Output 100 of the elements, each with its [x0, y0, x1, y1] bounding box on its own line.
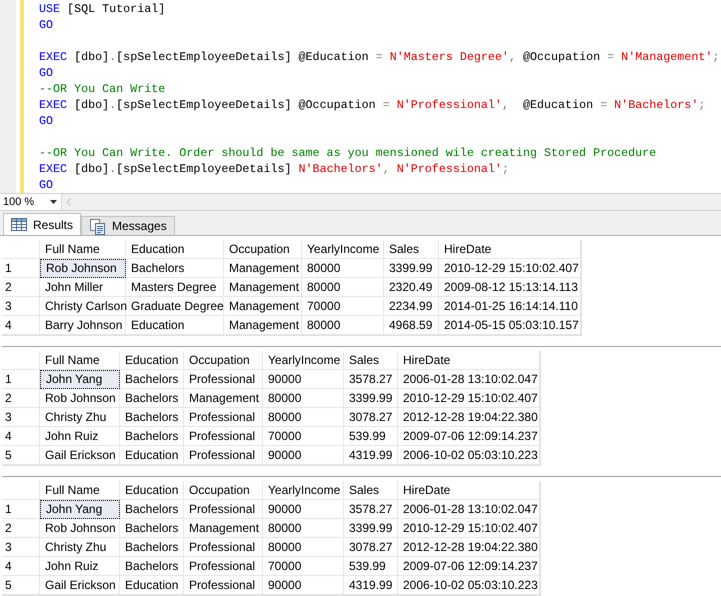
table-cell: 80000 [263, 538, 344, 557]
table-cell: 2010-12-29 15:10:02.407 [439, 259, 581, 278]
table-cell: 80000 [302, 316, 384, 335]
tab[interactable]: Results [3, 213, 82, 235]
table-cell: Masters Degree [126, 278, 224, 297]
table-cell: John Yang [40, 500, 120, 519]
column-header: Occupation [224, 240, 302, 259]
code-line: GO [39, 17, 54, 33]
code-line: --OR You Can Write. Order should be same as you mensioned wile creating Stored Procedure [39, 145, 656, 161]
column-header: Sales [344, 351, 398, 370]
row-number: 2 [2, 519, 40, 538]
column-header: Occupation [184, 351, 263, 370]
table-cell: 2014-01-25 16:14:14.110 [439, 297, 581, 316]
table-cell: 2012-12-28 19:04:22.380 [398, 538, 540, 557]
table-cell: 3399.99 [344, 389, 398, 408]
table-cell: Professional [184, 446, 263, 465]
column-header: YearlyIncome [263, 481, 344, 500]
table-cell: 4319.99 [344, 446, 398, 465]
column-header: Sales [344, 481, 398, 500]
table-cell: Management [184, 519, 263, 538]
table-cell: Gail Erickson [40, 576, 120, 595]
row-number: 3 [2, 408, 40, 427]
column-header: HireDate [398, 351, 540, 370]
table-cell: Education [120, 446, 184, 465]
table-cell: Bachelors [120, 557, 184, 576]
table-cell: 2012-12-28 19:04:22.380 [398, 408, 540, 427]
zoom-dropdown[interactable]: 100 % [0, 194, 62, 210]
code-line: EXEC [dbo].[spSelectEmployeeDetails] @Occupation = N'Professional', @Education = N'Bachelors'; [39, 97, 706, 113]
table-cell: John Ruiz [40, 557, 120, 576]
table-cell: 2009-07-06 12:09:14.237 [398, 557, 540, 576]
table-cell: Management [224, 278, 302, 297]
table-cell: Management [224, 316, 302, 335]
table-cell: Christy Carlson [40, 297, 126, 316]
table-cell: 2006-10-02 05:03:10.223 [398, 446, 540, 465]
row-number: 3 [2, 538, 40, 557]
table-cell: Education [120, 576, 184, 595]
table-cell: Christy Zhu [40, 408, 120, 427]
column-header: YearlyIncome [302, 240, 384, 259]
table-cell: Professional [184, 538, 263, 557]
table-cell: 90000 [263, 576, 344, 595]
table-cell: Management [224, 259, 302, 278]
table-cell: Bachelors [120, 427, 184, 446]
caret-icon [50, 200, 57, 204]
row-number: 2 [2, 278, 40, 297]
table-cell: 80000 [263, 389, 344, 408]
table-cell: 3399.99 [344, 519, 398, 538]
table-cell: Bachelors [120, 389, 184, 408]
table-cell: Rob Johnson [40, 389, 120, 408]
table-cell: 2010-12-29 15:10:02.407 [398, 389, 540, 408]
table-cell: Professional [184, 500, 263, 519]
table-cell: 80000 [302, 259, 384, 278]
table-cell: Barry Johnson [40, 316, 126, 335]
table-cell: 70000 [302, 297, 384, 316]
table-cell: John Ruiz [40, 427, 120, 446]
table-cell: Education [126, 316, 224, 335]
table-cell: John Yang [40, 370, 120, 389]
column-header: Education [120, 481, 184, 500]
table-cell: Rob Johnson [40, 259, 126, 278]
table-cell: 2009-08-12 15:13:14.113 [439, 278, 581, 297]
row-number: 4 [2, 557, 40, 576]
code-line: EXEC [dbo].[spSelectEmployeeDetails] @Education = N'Masters Degree', @Occupation = N'Management'; [39, 49, 720, 65]
code-line: GO [39, 113, 54, 129]
code-line: EXEC [dbo].[spSelectEmployeeDetails] N'Bachelors', N'Professional'; [39, 161, 509, 177]
table-cell: Professional [184, 370, 263, 389]
row-number: 2 [2, 389, 40, 408]
table-cell: 2010-12-29 15:10:02.407 [398, 519, 540, 538]
table-cell: 2234.99 [384, 297, 439, 316]
table-cell: 80000 [302, 278, 384, 297]
column-header: HireDate [398, 481, 540, 500]
grid-icon [11, 218, 27, 231]
table-cell: 3578.27 [344, 370, 398, 389]
table-cell: Management [184, 389, 263, 408]
table-cell: 70000 [263, 557, 344, 576]
table-cell: Bachelors [120, 370, 184, 389]
table-cell: 2006-10-02 05:03:10.223 [398, 576, 540, 595]
table-cell: 4319.99 [344, 576, 398, 595]
table-cell: 3578.27 [344, 500, 398, 519]
column-header: HireDate [439, 240, 581, 259]
table-cell: Bachelors [120, 408, 184, 427]
table-cell: 3399.99 [384, 259, 439, 278]
row-number: 5 [2, 576, 40, 595]
column-header: Education [120, 351, 184, 370]
tab[interactable]: Messages [81, 216, 175, 235]
code-line: GO [39, 177, 54, 193]
table-cell: Bachelors [120, 538, 184, 557]
table-cell: 90000 [263, 500, 344, 519]
row-number: 4 [2, 316, 40, 335]
code-line: USE [SQL Tutorial] [39, 1, 166, 17]
table-cell: 4968.59 [384, 316, 439, 335]
table-cell: 2006-01-28 13:10:02.047 [398, 500, 540, 519]
table-cell: Gail Erickson [40, 446, 120, 465]
table-cell: 80000 [263, 408, 344, 427]
table-cell: 80000 [263, 519, 344, 538]
table-cell: Bachelors [120, 500, 184, 519]
table-cell: John Miller [40, 278, 126, 297]
table-cell: Management [224, 297, 302, 316]
code-editor[interactable] [0, 0, 721, 194]
table-cell: Graduate Degree [126, 297, 224, 316]
table-cell: 2014-05-15 05:03:10.157 [439, 316, 581, 335]
table-cell: 2009-07-06 12:09:14.237 [398, 427, 540, 446]
